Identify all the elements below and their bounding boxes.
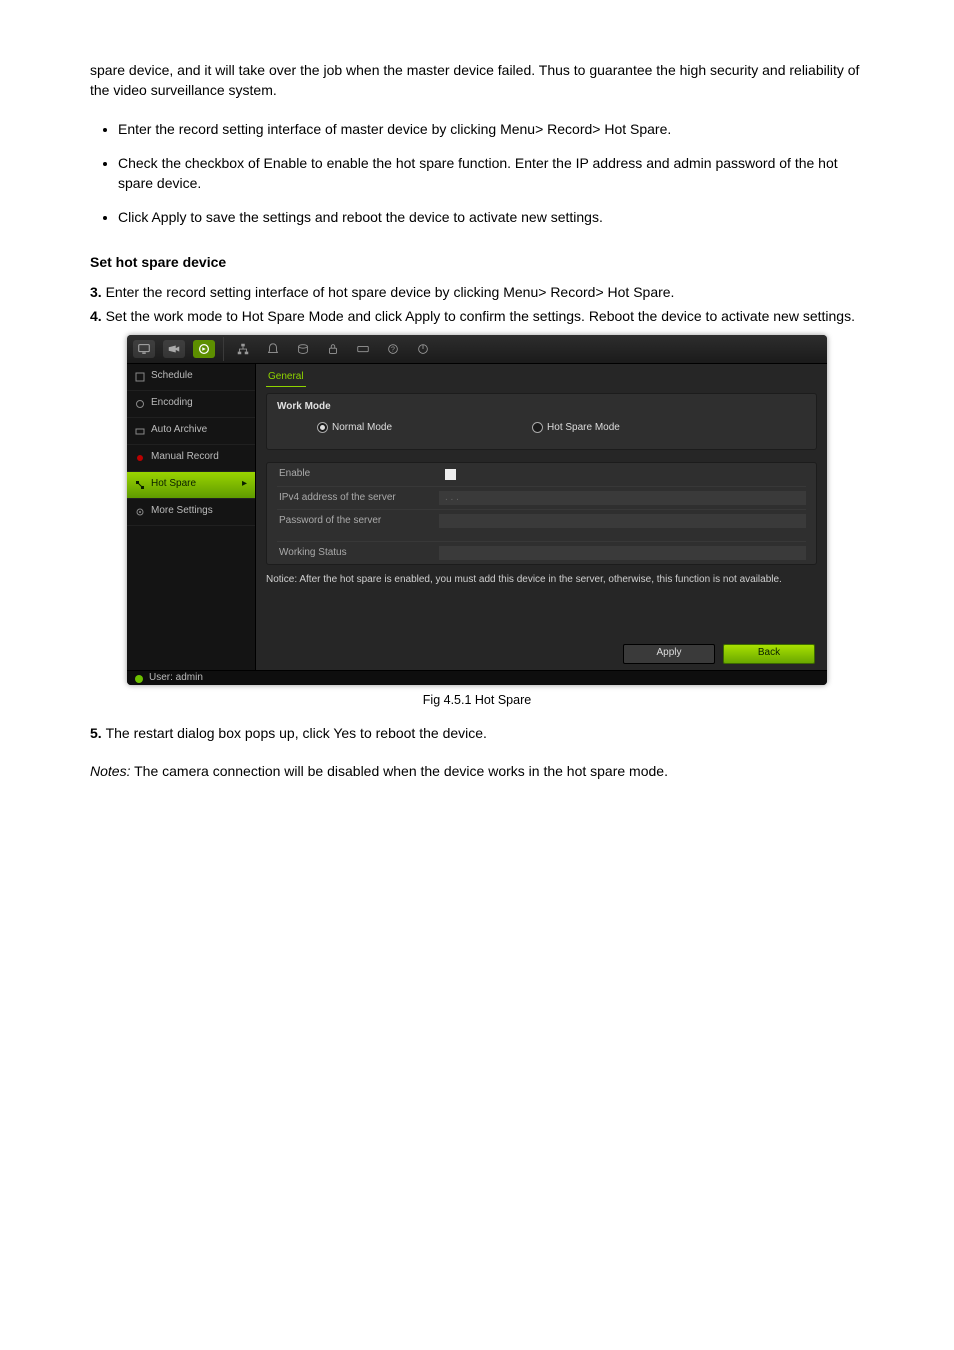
sidebar-item-auto-archive[interactable]: Auto Archive [127,418,255,445]
step-number: 5. [90,725,106,741]
sidebar-item-hot-spare[interactable]: Hot Spare ▸ [127,472,255,499]
step-text: Enter the record setting interface of ho… [106,284,675,300]
screenshot: ? Schedule Encoding Auto Archive [127,335,827,685]
step-number: 4. [90,308,106,324]
keyboard-icon[interactable] [352,340,374,358]
enable-checkbox-cell [439,467,806,481]
top-toolbar: ? [127,335,827,364]
record-tab-icon[interactable] [193,340,215,358]
sidebar-item-manual-record[interactable]: Manual Record [127,445,255,472]
settings-panel: Enable IPv4 address of the server . . . … [266,462,817,565]
panel-title: Work Mode [277,400,806,415]
help-icon[interactable]: ? [382,340,404,358]
step-text: The restart dialog box pops up, click Ye… [106,725,487,741]
row-label: Working Status [277,546,439,561]
alarm-icon[interactable] [262,340,284,358]
svg-text:?: ? [391,346,395,353]
main-panel: General Work Mode Normal Mode Hot Spare … [256,364,827,670]
status-user-text: User: admin [149,671,203,684]
ipv4-input[interactable]: . . . [439,491,806,505]
enable-checkbox[interactable] [445,469,456,480]
sidebar-item-label: Manual Record [151,450,219,465]
notes-paragraph: Notes: The camera connection will be dis… [90,761,864,781]
notes-text: The camera connection will be disabled w… [134,763,668,779]
working-status-value [439,546,806,560]
sidebar-item-more-settings[interactable]: More Settings [127,499,255,526]
tab-general[interactable]: General [266,370,306,388]
row-working-status: Working Status [277,541,806,565]
work-mode-panel: Work Mode Normal Mode Hot Spare Mode [266,393,817,450]
sidebar-item-label: More Settings [151,504,213,519]
power-icon[interactable] [412,340,434,358]
row-enable: Enable [277,463,806,486]
notice-text: Notice: After the hot spare is enabled, … [266,573,817,588]
row-password: Password of the server [277,509,806,533]
toolbar-divider [223,337,224,361]
step-3: 3. Enter the record setting interface of… [90,282,864,302]
sidebar-item-encoding[interactable]: Encoding [127,391,255,418]
notes-label: Notes: [90,763,130,779]
radio-icon [532,422,543,433]
sidebar-item-label: Schedule [151,369,193,384]
status-dot-icon [135,675,143,683]
sidebar: Schedule Encoding Auto Archive Manual Re… [127,364,256,670]
page: spare device, and it will take over the … [0,0,954,871]
sidebar-item-label: Hot Spare [151,477,196,492]
sidebar-item-label: Auto Archive [151,423,207,438]
radio-icon [317,422,328,433]
disk-icon[interactable] [292,340,314,358]
chevron-right-icon: ▸ [242,477,247,492]
section-heading: Set hot spare device [90,252,864,272]
row-ipv4: IPv4 address of the server . . . [277,486,806,510]
row-label: Password of the server [277,514,439,529]
monitor-icon[interactable] [133,340,155,358]
intro-paragraph: spare device, and it will take over the … [90,60,864,101]
step-text: Set the work mode to Hot Spare Mode and … [106,308,855,324]
password-input[interactable] [439,514,806,528]
step-5: 5. The restart dialog box pops up, click… [90,723,864,743]
lock-icon[interactable] [322,340,344,358]
sidebar-item-schedule[interactable]: Schedule [127,364,255,391]
radio-label: Hot Spare Mode [547,422,620,433]
bullet-item: Check the checkbox of Enable to enable t… [118,153,864,194]
step-4: 4. Set the work mode to Hot Spare Mode a… [90,306,864,326]
sidebar-item-label: Encoding [151,396,193,411]
status-bar: User: admin [127,670,827,685]
figure-caption: Fig 4.5.1 Hot Spare [90,691,864,709]
radio-hot-spare-mode[interactable]: Hot Spare Mode [532,421,620,436]
bullet-item: Enter the record setting interface of ma… [118,119,864,139]
step-number: 3. [90,284,106,300]
radio-normal-mode[interactable]: Normal Mode [317,421,392,436]
row-label: Enable [277,467,439,482]
radio-label: Normal Mode [332,422,392,433]
work-mode-radio-row: Normal Mode Hot Spare Mode [277,421,806,436]
bullet-list: Enter the record setting interface of ma… [90,119,864,228]
back-button[interactable]: Back [723,644,815,664]
apply-button[interactable]: Apply [623,644,715,664]
camera-icon[interactable] [163,340,185,358]
action-bar: Apply Back [623,644,815,664]
row-label: IPv4 address of the server [277,491,439,506]
bullet-item: Click Apply to save the settings and reb… [118,207,864,227]
network-icon[interactable] [232,340,254,358]
